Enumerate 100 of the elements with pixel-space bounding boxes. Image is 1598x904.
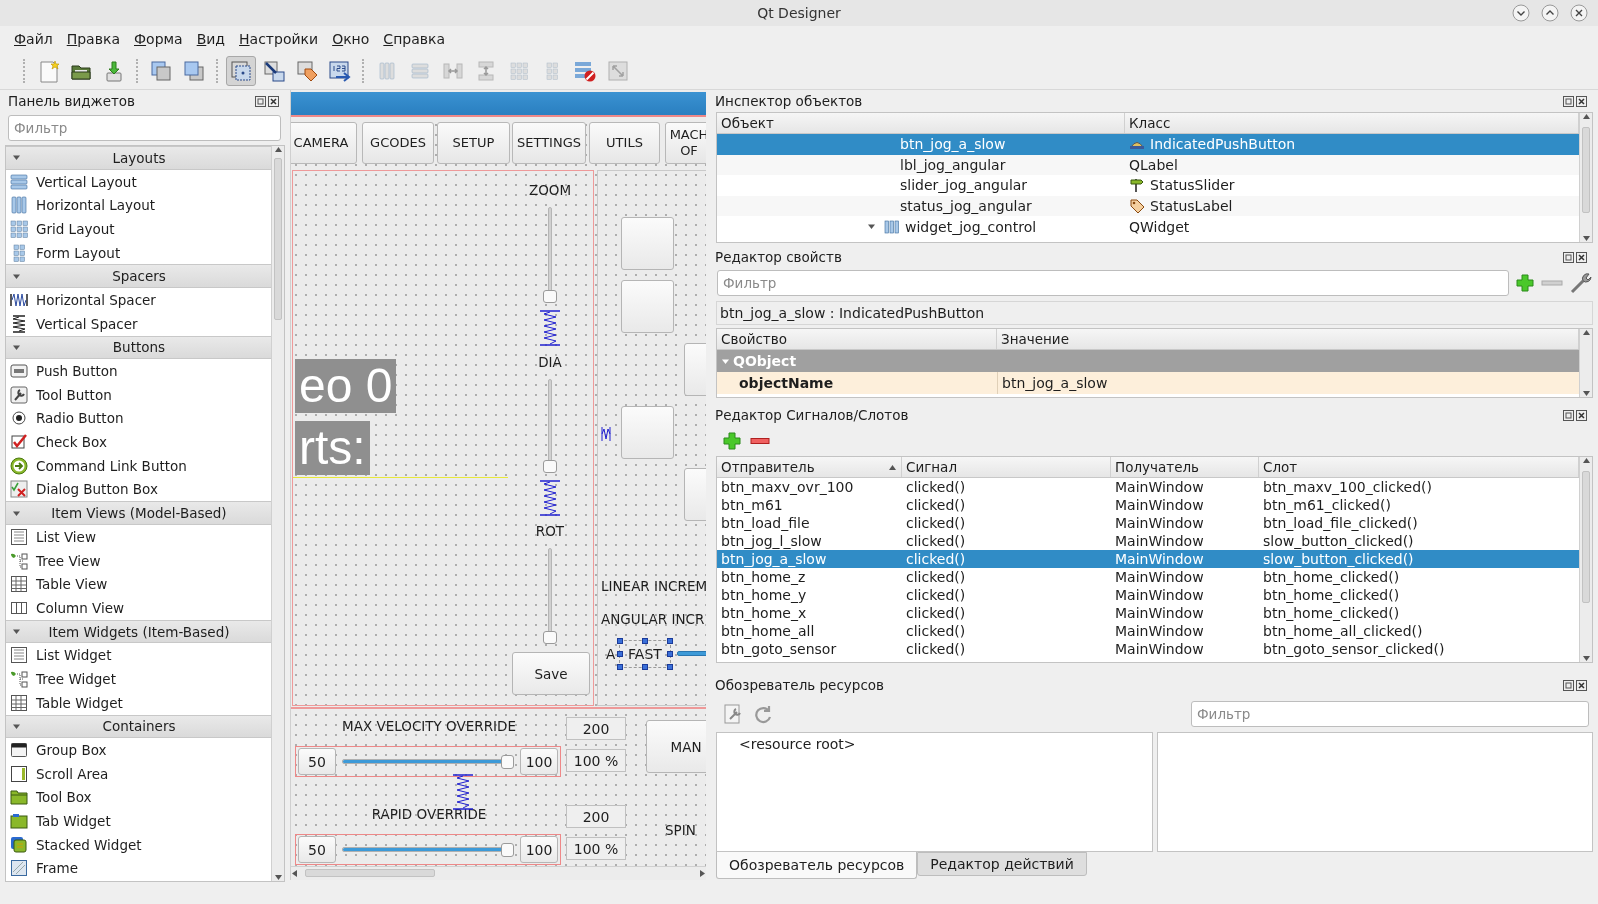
arrow-right-icon[interactable] [699, 868, 706, 878]
float-icon[interactable] [1563, 251, 1574, 263]
close-icon[interactable] [1576, 251, 1587, 263]
vertical-slider[interactable] [545, 207, 555, 303]
decrease-button[interactable]: 50 [298, 748, 336, 775]
scrollbar[interactable] [1579, 329, 1592, 397]
scrollbar-thumb[interactable] [305, 869, 435, 877]
scrollbar[interactable] [271, 146, 284, 881]
caret-down-icon[interactable] [12, 627, 21, 637]
widget-item[interactable]: Group Box [36, 742, 107, 759]
float-icon[interactable] [1563, 679, 1574, 691]
menu-item[interactable]: Файл [8, 31, 59, 47]
form-tab-button[interactable]: UTILS [589, 122, 660, 164]
widget-item[interactable]: Tab Widget [36, 813, 111, 830]
column-header[interactable]: Сигнал [902, 457, 1111, 477]
widget-item[interactable]: Grid Layout [36, 220, 115, 237]
widget-item[interactable]: Vertical Layout [36, 173, 137, 190]
tree-item[interactable]: <resource root> [739, 736, 856, 752]
form-tab-button[interactable]: CAMERA [291, 122, 357, 164]
widget-item[interactable]: Tree View [36, 552, 101, 569]
widget-item[interactable]: Horizontal Spacer [36, 291, 156, 308]
widget-item[interactable]: Check Box [36, 434, 107, 451]
caret-down-icon[interactable] [866, 222, 876, 232]
filter-field[interactable]: Фильтр [1191, 701, 1589, 727]
decrease-button[interactable]: 50 [298, 836, 336, 863]
arrow-down-icon[interactable] [1581, 235, 1591, 242]
filter-field[interactable]: Фильтр [717, 270, 1509, 296]
slider-thumb[interactable] [543, 631, 557, 644]
widget-item[interactable]: Tool Box [36, 789, 92, 806]
widget-item[interactable]: List View [36, 528, 96, 545]
panel-tab[interactable]: Редактор действий [917, 852, 1087, 876]
menu-item[interactable]: Справка [377, 31, 452, 47]
tree-row[interactable]: btn_jog_a_slow IndicatedPushButton [717, 134, 1579, 155]
menu-item[interactable]: Настройки [233, 31, 325, 47]
scrollbar[interactable] [1579, 113, 1592, 242]
arrow-up-icon[interactable] [1581, 113, 1591, 120]
widget-item[interactable]: Dialog Button Box [36, 481, 158, 498]
arrow-left-icon[interactable] [291, 868, 298, 878]
menu-item[interactable]: Правка [60, 31, 126, 47]
column-header[interactable]: Получатель [1111, 457, 1259, 477]
tree-row[interactable]: lbl_jog_angular QLabel [717, 154, 1579, 176]
slider-thumb[interactable] [543, 460, 557, 473]
scrollbar-thumb[interactable] [274, 158, 282, 320]
form-tab-button[interactable]: SETUP [437, 122, 510, 164]
category-header[interactable]: Item Views (Model-Based) [6, 501, 271, 525]
category-header[interactable]: Layouts [6, 146, 271, 170]
widget-item[interactable]: Command Link Button [36, 457, 187, 474]
jog-button[interactable] [621, 280, 674, 333]
scrollbar[interactable] [1579, 457, 1592, 662]
category-header[interactable]: Spacers [6, 264, 271, 289]
arrow-down-icon[interactable] [1581, 390, 1591, 397]
widget-item[interactable]: Tool Button [36, 386, 112, 403]
panel-tab[interactable]: Обозреватель ресурсов [716, 852, 918, 879]
slider-thumb[interactable] [543, 290, 557, 303]
arrow-down-icon[interactable] [1581, 655, 1591, 662]
column-header[interactable]: Объект [717, 113, 1125, 133]
widget-item[interactable]: Stacked Widget [36, 836, 142, 853]
menu-item[interactable]: Вид [190, 31, 232, 47]
scrollbar-thumb[interactable] [1582, 127, 1590, 213]
reload-icon[interactable] [752, 703, 774, 725]
minimize-icon[interactable] [1512, 4, 1530, 22]
scrollbar-thumb[interactable] [1582, 471, 1590, 603]
menu-item[interactable]: Окно [326, 31, 376, 47]
widget-item[interactable]: Table Widget [36, 694, 123, 711]
man-button[interactable]: MAN [646, 720, 706, 773]
vertical-slider[interactable] [545, 548, 555, 644]
column-header[interactable]: Отправитель [717, 457, 902, 477]
plus-icon[interactable] [722, 431, 742, 451]
increase-button[interactable]: 100 [520, 748, 558, 775]
close-icon[interactable] [1576, 409, 1587, 421]
wrench-icon[interactable] [1569, 271, 1593, 295]
column-header[interactable]: Свойство [717, 329, 997, 349]
arrow-up-icon[interactable] [1581, 329, 1591, 336]
override-slider[interactable] [342, 842, 514, 857]
caret-down-icon[interactable] [12, 153, 21, 163]
override-slider[interactable] [342, 754, 514, 769]
widget-item[interactable]: Form Layout [36, 244, 121, 261]
edit-resources-icon[interactable] [722, 703, 744, 725]
float-icon[interactable] [1563, 409, 1574, 421]
float-icon[interactable] [1563, 95, 1574, 107]
widget-item[interactable]: Horizontal Layout [36, 197, 156, 214]
arrow-up-icon[interactable] [1581, 457, 1591, 464]
widget-item[interactable]: Tree Widget [36, 670, 116, 687]
form-tab-button[interactable]: SETTINGS [512, 122, 586, 164]
widget-item[interactable]: Push Button [36, 363, 118, 380]
jog-button[interactable] [621, 406, 674, 459]
arrow-down-icon[interactable] [273, 874, 283, 881]
widget-item[interactable]: List Widget [36, 647, 112, 664]
slider-thumb[interactable] [501, 842, 514, 857]
close-icon[interactable] [268, 95, 279, 107]
close-icon[interactable] [1570, 4, 1588, 22]
save-button[interactable]: Save [512, 652, 590, 695]
float-icon[interactable] [255, 95, 266, 107]
widget-item[interactable]: Radio Button [36, 410, 124, 427]
form-tab-button[interactable]: GCODES [362, 122, 434, 164]
speed-button[interactable]: FAST [619, 640, 671, 668]
connection-row[interactable]: btn_jog_a_slow clicked() MainWindow slow_button_clicked() [717, 550, 1579, 568]
minus-icon[interactable] [750, 436, 770, 446]
filter-field[interactable]: Фильтр [8, 115, 281, 141]
widget-item[interactable]: Vertical Spacer [36, 315, 138, 332]
